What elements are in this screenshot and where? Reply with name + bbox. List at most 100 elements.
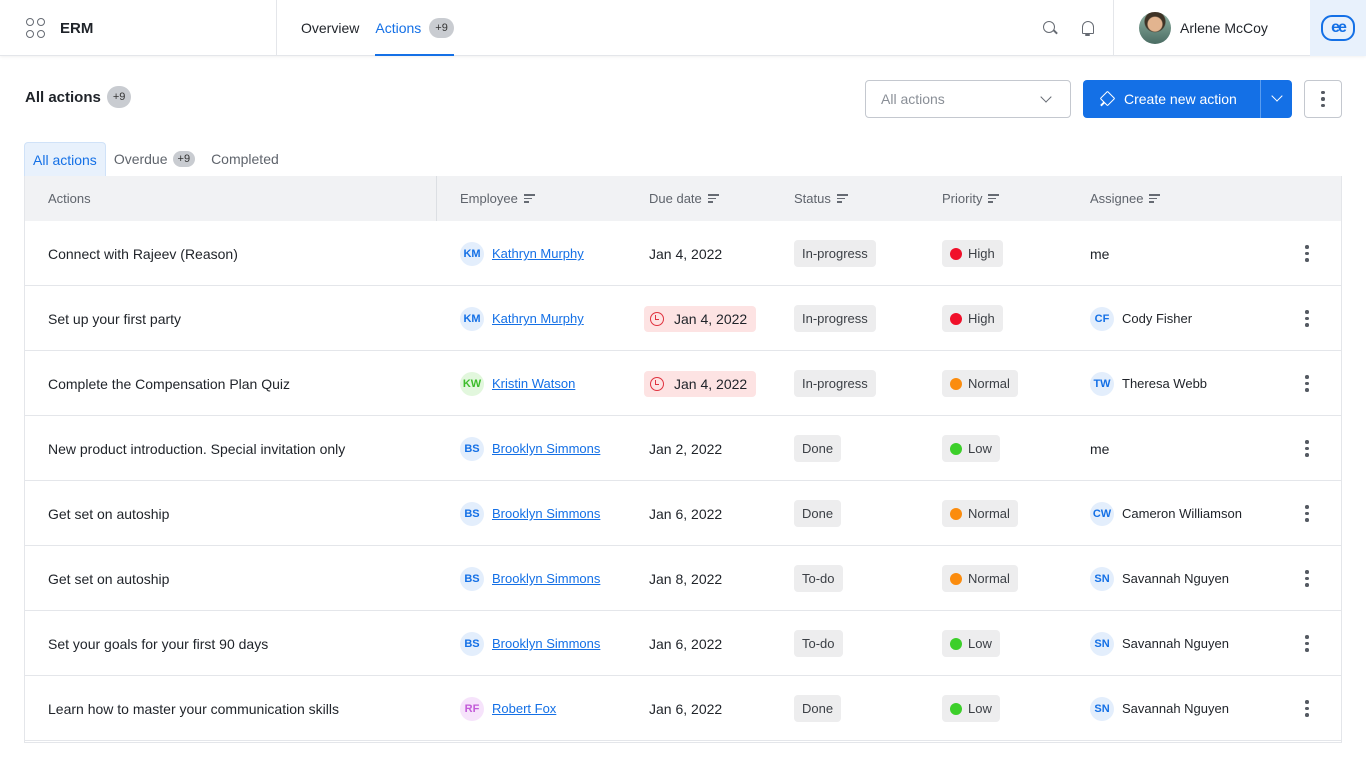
table-row[interactable]: Connect with Rajeev (Reason) KM Kathryn Mu… bbox=[25, 221, 1341, 286]
assignee-name: Theresa Webb bbox=[1122, 376, 1208, 391]
employee-link[interactable]: Kristin Watson bbox=[492, 376, 575, 391]
table-row[interactable]: Set up your first party KM Kathryn Murphy J… bbox=[25, 286, 1341, 351]
action-title[interactable]: Get set on autoship bbox=[48, 481, 169, 546]
actions-filter-select[interactable]: All actions bbox=[865, 80, 1071, 118]
top-bar: ERM Overview Actions +9 Arlene McCoy ee bbox=[0, 0, 1366, 56]
status-cell: In-progress bbox=[794, 286, 876, 351]
assignee-name: me bbox=[1090, 440, 1110, 457]
tab-overdue[interactable]: Overdue +9 bbox=[106, 142, 203, 176]
apps-grid-icon[interactable] bbox=[26, 18, 46, 38]
action-title[interactable]: Connect with Rajeev (Reason) bbox=[48, 221, 238, 286]
col-due-date[interactable]: Due date bbox=[649, 176, 719, 221]
row-menu-button[interactable] bbox=[1305, 351, 1309, 416]
kebab-icon bbox=[1305, 375, 1309, 392]
pin-icon bbox=[1100, 92, 1114, 106]
status-badge: Done bbox=[794, 435, 842, 462]
user-name: Arlene McCoy bbox=[1180, 20, 1268, 36]
row-menu-button[interactable] bbox=[1305, 221, 1309, 286]
priority-badge: Low bbox=[942, 695, 1000, 722]
sort-icon[interactable] bbox=[707, 194, 719, 203]
action-title[interactable]: Set your goals for your first 90 days bbox=[48, 611, 268, 676]
tab-overview[interactable]: Overview bbox=[301, 0, 359, 56]
employee-link[interactable]: Brooklyn Simmons bbox=[492, 636, 600, 651]
row-menu-button[interactable] bbox=[1305, 286, 1309, 351]
col-label: Status bbox=[794, 191, 831, 206]
action-title[interactable]: Set up your first party bbox=[48, 286, 181, 351]
employee-link[interactable]: Brooklyn Simmons bbox=[492, 571, 600, 586]
col-assignee[interactable]: Assignee bbox=[1090, 176, 1161, 221]
priority-badge: Normal bbox=[942, 500, 1018, 527]
bell-icon[interactable] bbox=[1078, 18, 1098, 38]
table-row[interactable]: New product introduction. Special invita… bbox=[25, 416, 1341, 481]
overdue-count-badge: +9 bbox=[172, 151, 196, 167]
create-options-dropdown-button[interactable] bbox=[1260, 80, 1292, 118]
action-title[interactable]: Learn how to master your communication s… bbox=[48, 676, 339, 741]
employee-initials: BS bbox=[460, 501, 484, 526]
employee-link[interactable]: Kathryn Murphy bbox=[492, 311, 584, 326]
employee-initials: KM bbox=[460, 306, 484, 331]
due-date-cell: Jan 6, 2022 bbox=[649, 611, 722, 676]
more-options-button[interactable] bbox=[1304, 80, 1342, 118]
company-logo: ee bbox=[1321, 15, 1355, 41]
status-badge: Done bbox=[794, 500, 842, 527]
kebab-icon bbox=[1305, 505, 1309, 522]
user-menu[interactable]: Arlene McCoy bbox=[1113, 0, 1310, 56]
employee-cell: KW Kristin Watson bbox=[460, 351, 575, 416]
clock-icon bbox=[650, 376, 664, 391]
employee-link[interactable]: Brooklyn Simmons bbox=[492, 506, 600, 521]
tab-label: Overview bbox=[301, 20, 360, 36]
create-label: Create new action bbox=[1124, 91, 1237, 107]
tab-actions[interactable]: Actions +9 bbox=[375, 0, 455, 56]
table-row[interactable]: Set your goals for your first 90 days BS B… bbox=[25, 611, 1341, 676]
due-date: Jan 4, 2022 bbox=[649, 245, 723, 262]
priority-dot-icon bbox=[950, 572, 962, 585]
action-title[interactable]: Complete the Compensation Plan Quiz bbox=[48, 351, 290, 416]
priority-badge: Low bbox=[942, 630, 1000, 657]
tab-all-actions[interactable]: All actions bbox=[24, 142, 106, 176]
priority-label: High bbox=[968, 246, 995, 261]
priority-label: High bbox=[968, 311, 995, 326]
table-row[interactable]: Get set on autoship BS Brooklyn Simmons Jan… bbox=[25, 481, 1341, 546]
sort-icon[interactable] bbox=[836, 194, 848, 203]
avatar bbox=[1139, 12, 1171, 44]
search-icon[interactable] bbox=[1040, 18, 1060, 38]
table-row[interactable]: Complete the Compensation Plan Quiz KW Kri… bbox=[25, 351, 1341, 416]
col-employee[interactable]: Employee bbox=[460, 176, 535, 221]
status-badge: In-progress bbox=[794, 370, 876, 397]
table-row[interactable]: Get set on autoship BS Brooklyn Simmons Jan… bbox=[25, 546, 1341, 611]
employee-initials: KW bbox=[460, 371, 484, 396]
col-status[interactable]: Status bbox=[794, 176, 848, 221]
assignee-initials: SN bbox=[1090, 566, 1114, 591]
action-title[interactable]: New product introduction. Special invita… bbox=[48, 416, 345, 481]
kebab-icon bbox=[1305, 700, 1309, 717]
col-priority[interactable]: Priority bbox=[942, 176, 1000, 221]
assignee-cell: me bbox=[1090, 416, 1109, 481]
priority-label: Normal bbox=[968, 506, 1010, 521]
row-menu-button[interactable] bbox=[1305, 546, 1309, 611]
column-divider bbox=[436, 176, 437, 221]
employee-link[interactable]: Brooklyn Simmons bbox=[492, 441, 600, 456]
tab-completed[interactable]: Completed bbox=[203, 142, 287, 176]
sort-icon[interactable] bbox=[1149, 194, 1161, 203]
employee-link[interactable]: Kathryn Murphy bbox=[492, 246, 584, 261]
assignee-name: Savannah Nguyen bbox=[1122, 571, 1229, 586]
due-date: Jan 2, 2022 bbox=[649, 440, 723, 457]
employee-link[interactable]: Robert Fox bbox=[492, 701, 556, 716]
row-menu-button[interactable] bbox=[1305, 481, 1309, 546]
due-date-cell: Jan 4, 2022 bbox=[649, 221, 722, 286]
priority-cell: Low bbox=[942, 676, 1000, 741]
row-menu-button[interactable] bbox=[1305, 416, 1309, 481]
status-cell: Done bbox=[794, 676, 842, 741]
action-title[interactable]: Get set on autoship bbox=[48, 546, 169, 611]
status-badge: To-do bbox=[794, 565, 843, 592]
priority-badge: High bbox=[942, 305, 1003, 332]
sort-icon[interactable] bbox=[988, 194, 1000, 203]
create-new-action-button[interactable]: Create new action bbox=[1083, 80, 1260, 118]
row-menu-button[interactable] bbox=[1305, 676, 1309, 741]
sort-icon[interactable] bbox=[523, 194, 535, 203]
row-menu-button[interactable] bbox=[1305, 611, 1309, 676]
priority-label: Normal bbox=[968, 571, 1010, 586]
table-row[interactable]: Learn how to master your communication s… bbox=[25, 676, 1341, 741]
top-icons bbox=[1040, 18, 1098, 38]
tab-label: All actions bbox=[33, 151, 97, 168]
